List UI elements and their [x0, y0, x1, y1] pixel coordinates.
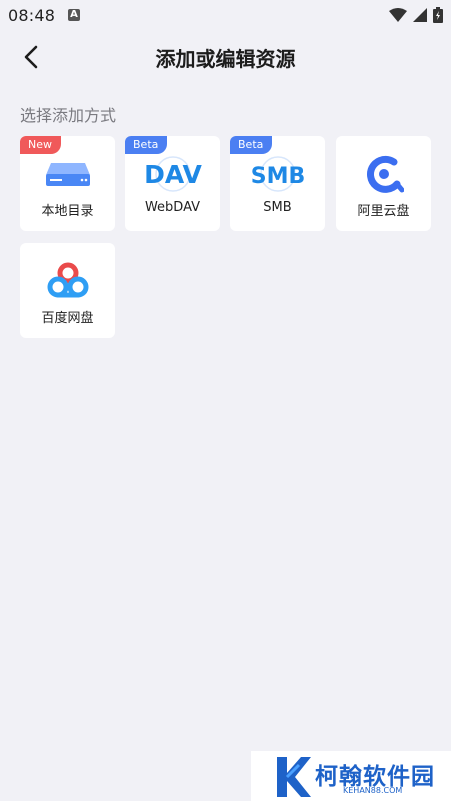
source-card-aliyun[interactable]: 阿里云盘 — [336, 136, 431, 231]
aliyun-drive-icon — [336, 154, 431, 194]
page-title: 添加或编辑资源 — [155, 47, 296, 71]
source-card-local[interactable]: New 本地目录 — [20, 136, 115, 231]
source-label: 阿里云盘 — [357, 204, 410, 219]
beta-badge: Beta — [125, 136, 168, 154]
dav-icon: DAV — [125, 154, 220, 194]
source-label: 百度网盘 — [41, 311, 94, 326]
watermark-subtext: KEHAN88.COM — [343, 786, 403, 795]
section-label: 选择添加方式 — [20, 106, 117, 125]
source-card-smb[interactable]: Beta SMB SMB — [230, 136, 325, 231]
source-label: WebDAV — [144, 200, 201, 215]
source-card-webdav[interactable]: Beta DAV WebDAV — [125, 136, 220, 231]
status-bar: 08:48 A — [0, 0, 451, 32]
source-label: 本地目录 — [41, 204, 94, 219]
watermark: 柯翰软件园 KEHAN88.COM — [251, 751, 451, 801]
smb-icon-text: SMB — [250, 164, 305, 189]
dav-icon-text: DAV — [144, 160, 202, 189]
source-label: SMB — [263, 200, 292, 215]
status-time: 08:48 — [8, 6, 56, 25]
header: 添加或编辑资源 — [0, 32, 451, 82]
wifi-icon — [389, 8, 407, 22]
watermark-logo-icon — [277, 757, 311, 797]
smb-icon: SMB — [230, 154, 325, 194]
hard-drive-icon — [20, 154, 115, 194]
signal-icon — [413, 8, 427, 22]
notification-icon: A — [68, 9, 80, 21]
beta-badge: Beta — [230, 136, 273, 154]
baidu-netdisk-icon — [20, 261, 115, 301]
battery-icon — [433, 7, 443, 23]
new-badge: New — [20, 136, 61, 154]
source-card-baidu[interactable]: 百度网盘 — [20, 243, 115, 338]
status-icons — [389, 6, 443, 24]
